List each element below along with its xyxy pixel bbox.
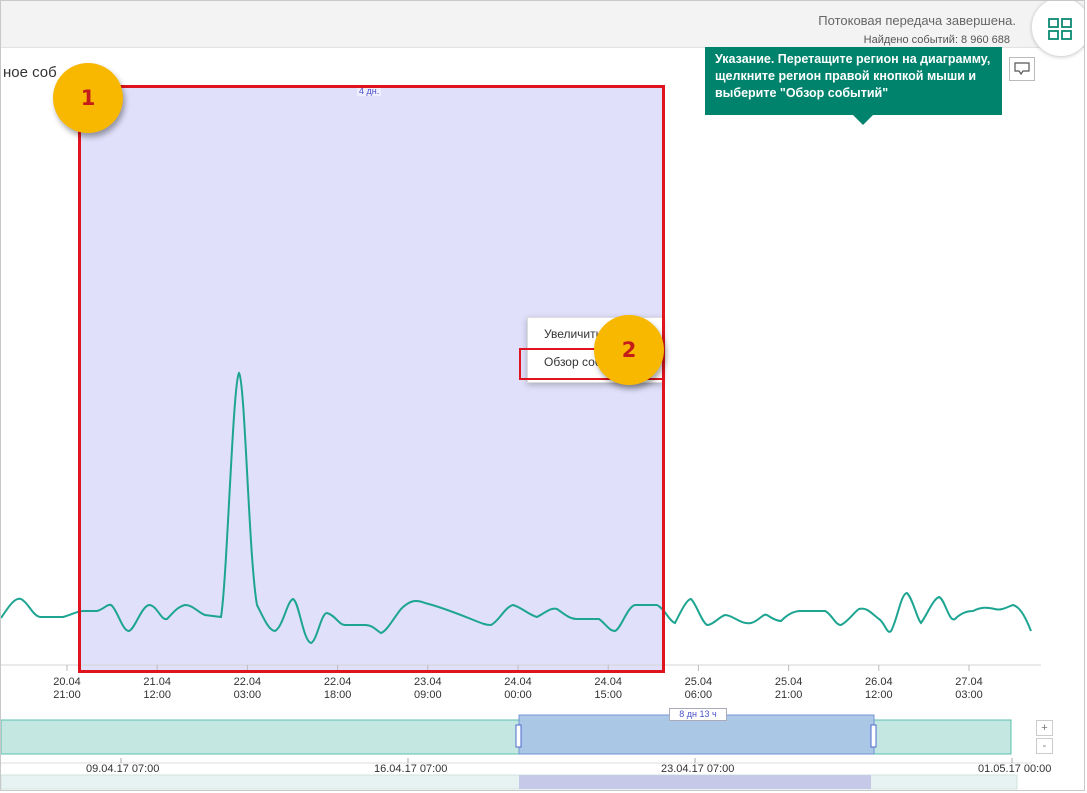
- x-tick-time: 18:00: [323, 689, 352, 701]
- x-tick-date: 23.04: [414, 676, 442, 688]
- navigator-date-label: 23.04.17 07:00: [661, 763, 735, 775]
- x-tick-date: 22.04: [323, 676, 352, 688]
- x-tick-date: 25.04: [774, 676, 803, 688]
- x-tick-label: 25.04 21:00: [759, 676, 819, 702]
- zoom-in-button[interactable]: +: [1036, 720, 1053, 736]
- navigator-selection-label: 8 дн 13 ч: [669, 708, 727, 721]
- x-tick-date: 22.04: [233, 676, 262, 688]
- hint-line: выберите "Обзор событий": [715, 86, 889, 100]
- step-badge-2: 2: [594, 315, 664, 385]
- x-tick-time: 09:00: [414, 689, 442, 701]
- x-tick-date: 21.04: [143, 676, 171, 688]
- x-tick-label: 24.04 00:00: [488, 676, 548, 702]
- x-tick-time: 06:00: [684, 689, 713, 701]
- navigator-date-label: 16.04.17 07:00: [374, 763, 448, 775]
- navigator-date-label: 01.05.17 00:00: [978, 763, 1052, 775]
- x-tick-label: 20.04 21:00: [37, 676, 97, 702]
- x-tick-time: 00:00: [504, 689, 532, 701]
- x-tick-time: 03:00: [233, 689, 262, 701]
- hint-line: Указание. Перетащите регион на диаграмму…: [715, 52, 991, 66]
- navigator-date-label: 09.04.17 07:00: [86, 763, 160, 775]
- hint-tooltip-arrow: [853, 115, 873, 125]
- x-tick-time: 21:00: [53, 689, 81, 701]
- x-tick-label: 25.04 06:00: [668, 676, 728, 702]
- navigator-scrollbar-thumb: [519, 775, 871, 789]
- x-tick-time: 12:00: [865, 689, 893, 701]
- x-tick-date: 26.04: [865, 676, 893, 688]
- navigator-left-handle: [515, 724, 522, 748]
- hint-line: щелкните регион правой кнопкой мыши и: [715, 69, 977, 83]
- x-tick-time: 12:00: [143, 689, 171, 701]
- grid-icon: [1048, 18, 1072, 40]
- x-tick-date: 25.04: [684, 676, 713, 688]
- navigator-right-handle: [870, 724, 877, 748]
- x-tick-label: 22.04 03:00: [217, 676, 277, 702]
- x-tick-label: 24.04 15:00: [578, 676, 638, 702]
- zoom-out-button[interactable]: -: [1036, 738, 1053, 754]
- x-tick-label: 27.04 03:00: [939, 676, 999, 702]
- x-tick-time: 03:00: [955, 689, 983, 701]
- x-tick-label: 21.04 12:00: [127, 676, 187, 702]
- x-tick-date: 24.04: [504, 676, 532, 688]
- hint-tooltip: Указание. Перетащите регион на диаграмму…: [705, 47, 1002, 115]
- chart-title: ное соб: [3, 64, 57, 81]
- comment-button[interactable]: [1009, 57, 1035, 81]
- x-tick-time: 15:00: [594, 689, 622, 701]
- region-highlight-outline: [78, 85, 665, 673]
- app-window: Потоковая передача завершена. Найдено со…: [0, 0, 1085, 791]
- x-tick-label: 26.04 12:00: [849, 676, 909, 702]
- x-tick-label: 22.04 18:00: [308, 676, 368, 702]
- comment-icon: [1014, 62, 1030, 76]
- x-tick-date: 24.04: [594, 676, 622, 688]
- x-tick-date: 20.04: [53, 676, 81, 688]
- x-tick-time: 21:00: [774, 689, 803, 701]
- x-tick-date: 27.04: [955, 676, 983, 688]
- step-badge-1: 1: [53, 63, 123, 133]
- x-tick-label: 23.04 09:00: [398, 676, 458, 702]
- layout-button[interactable]: [1031, 1, 1084, 57]
